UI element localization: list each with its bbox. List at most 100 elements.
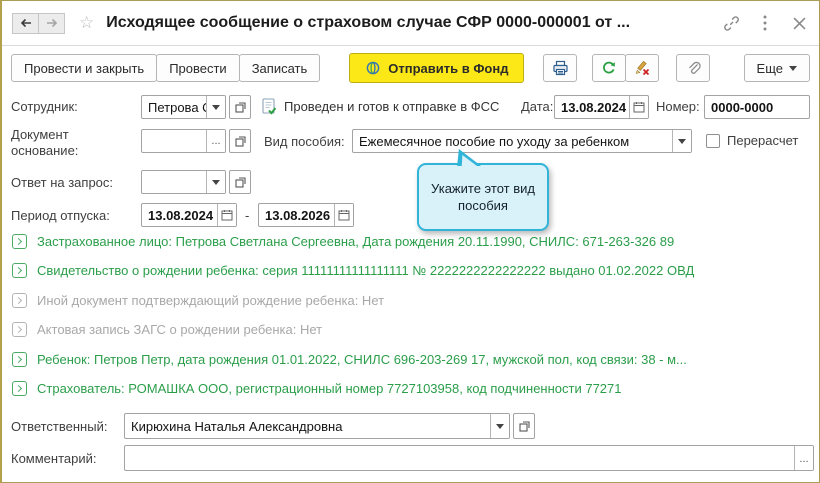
base-doc-field[interactable]: ... xyxy=(141,129,251,153)
expand-chevron-icon xyxy=(12,293,27,308)
print-button[interactable] xyxy=(543,54,578,82)
base-doc-open-button[interactable] xyxy=(229,129,251,153)
expand-chevron-icon xyxy=(12,234,27,249)
section-insurer[interactable]: Страхователь: РОМАШКА ООО, регистрационн… xyxy=(12,381,622,396)
benefit-label: Вид пособия: xyxy=(264,134,345,149)
paperclip-icon xyxy=(686,60,701,76)
pencil-cancel-icon xyxy=(634,60,650,76)
section-text: Застрахованное лицо: Петрова Светлана Се… xyxy=(37,234,675,249)
date-calendar-icon[interactable] xyxy=(629,96,648,118)
vacation-to-calendar-icon[interactable] xyxy=(334,204,353,226)
reply-combo[interactable] xyxy=(141,170,251,194)
employee-dropdown-icon[interactable] xyxy=(206,96,225,118)
base-doc-ellipsis-icon[interactable]: ... xyxy=(206,130,225,152)
back-arrow-icon xyxy=(19,17,33,29)
expand-chevron-icon xyxy=(12,352,27,367)
benefit-value: Ежемесячное пособие по уходу за ребенком xyxy=(359,133,630,149)
document-window: ☆ Исходящее сообщение о страховом случае… xyxy=(0,0,820,483)
benefit-dropdown-icon[interactable] xyxy=(672,130,691,152)
responsible-dropdown-icon[interactable] xyxy=(490,414,509,438)
number-value: 0000-0000 xyxy=(711,99,774,115)
vacation-dash: - xyxy=(245,208,250,223)
attachments-button[interactable] xyxy=(676,54,711,82)
comment-ellipsis-icon[interactable]: ... xyxy=(794,446,813,470)
section-zags-record[interactable]: Актовая запись ЗАГС о рождении ребенка: … xyxy=(12,322,322,337)
post-and-close-button[interactable]: Провести и закрыть xyxy=(11,54,158,82)
kebab-menu-icon[interactable] xyxy=(755,13,775,33)
number-field[interactable]: 0000-0000 xyxy=(704,95,810,119)
responsible-open-button[interactable] xyxy=(513,413,535,439)
vacation-label: Период отпуска: xyxy=(11,208,110,223)
benefit-combo[interactable]: Ежемесячное пособие по уходу за ребенком xyxy=(352,129,692,153)
comment-input[interactable] xyxy=(125,446,794,470)
section-text: Ребенок: Петров Петр, дата рождения 01.0… xyxy=(37,352,687,367)
refresh-icon xyxy=(601,60,617,76)
section-text: Страхователь: РОМАШКА ООО, регистрационн… xyxy=(37,381,622,396)
employee-value: Петрова С xyxy=(148,99,206,115)
section-text: Иной документ подтверждающий рождение ре… xyxy=(37,293,385,308)
close-icon[interactable] xyxy=(789,13,809,33)
hint-callout-text: Укажите этот вид пособия xyxy=(431,181,535,213)
comment-field[interactable]: ... xyxy=(124,445,814,471)
reply-open-button[interactable] xyxy=(229,170,251,194)
date-field[interactable]: 13.08.2024 xyxy=(554,95,649,119)
section-text: Актовая запись ЗАГС о рождении ребенка: … xyxy=(37,322,323,337)
hint-callout: Укажите этот вид пособия xyxy=(417,163,549,231)
employee-open-button[interactable] xyxy=(229,95,251,119)
vacation-from-value: 13.08.2024 xyxy=(148,207,214,223)
cancel-edit-button[interactable] xyxy=(625,54,660,82)
more-button[interactable]: Еще xyxy=(743,54,810,82)
save-button[interactable]: Записать xyxy=(238,54,321,82)
send-icon xyxy=(365,60,381,76)
employee-label: Сотрудник: xyxy=(11,99,78,114)
recalc-label: Перерасчет xyxy=(727,133,799,148)
favorite-star-icon[interactable]: ☆ xyxy=(79,13,94,33)
back-button[interactable] xyxy=(12,12,39,34)
more-label: Еще xyxy=(756,60,783,76)
refresh-button[interactable] xyxy=(592,54,627,82)
section-other-document[interactable]: Иной документ подтверждающий рождение ре… xyxy=(12,293,384,308)
responsible-label: Ответственный: xyxy=(11,419,108,434)
employee-combo[interactable]: Петрова С xyxy=(141,95,251,119)
section-birth-certificate[interactable]: Свидетельство о рождении ребенка: серия … xyxy=(12,263,694,278)
number-label: Номер: xyxy=(656,99,700,114)
section-text: Свидетельство о рождении ребенка: серия … xyxy=(37,263,695,278)
edit-buttons-group xyxy=(592,54,660,82)
post-label: Провести xyxy=(169,60,227,76)
responsible-value: Кирюхина Наталья Александровна xyxy=(131,418,343,434)
forward-arrow-icon xyxy=(45,17,59,29)
open-icon xyxy=(234,101,246,113)
vacation-to-value: 13.08.2026 xyxy=(265,207,331,223)
vacation-from-field[interactable]: 13.08.2024 xyxy=(141,203,237,227)
send-to-fund-button[interactable]: Отправить в Фонд xyxy=(349,53,525,83)
comment-label: Комментарий: xyxy=(11,451,97,466)
section-insured-person[interactable]: Застрахованное лицо: Петрова Светлана Се… xyxy=(12,234,674,249)
open-icon xyxy=(518,420,530,432)
nav-buttons xyxy=(12,12,65,34)
recalc-option: Перерасчет xyxy=(706,133,798,149)
responsible-combo[interactable]: Кирюхина Наталья Александровна xyxy=(124,413,535,439)
vacation-to-field[interactable]: 13.08.2026 xyxy=(258,203,354,227)
print-icon xyxy=(552,60,569,76)
expand-chevron-icon xyxy=(12,322,27,337)
post-button[interactable]: Провести xyxy=(156,54,240,82)
posted-status-icon xyxy=(261,98,278,116)
section-child[interactable]: Ребенок: Петров Петр, дата рождения 01.0… xyxy=(12,352,687,367)
more-dropdown-icon xyxy=(789,65,797,71)
date-value: 13.08.2024 xyxy=(561,99,627,115)
recalc-checkbox[interactable] xyxy=(706,134,720,148)
vacation-from-calendar-icon[interactable] xyxy=(217,204,236,226)
forward-button[interactable] xyxy=(38,12,65,34)
open-icon xyxy=(234,176,246,188)
post-buttons-group: Провести и закрыть Провести Записать xyxy=(11,54,321,82)
save-label: Записать xyxy=(251,60,308,76)
page-title: Исходящее сообщение о страховом случае С… xyxy=(106,14,631,31)
title-bar: ☆ Исходящее сообщение о страховом случае… xyxy=(2,1,819,46)
status-text: Проведен и готов к отправке в ФСС xyxy=(284,99,500,114)
reply-label: Ответ на запрос: xyxy=(11,175,114,190)
reply-dropdown-icon[interactable] xyxy=(206,171,225,193)
date-label: Дата: xyxy=(521,99,554,114)
link-icon[interactable] xyxy=(721,13,741,33)
title-bar-actions xyxy=(721,13,809,33)
expand-chevron-icon xyxy=(12,381,27,396)
